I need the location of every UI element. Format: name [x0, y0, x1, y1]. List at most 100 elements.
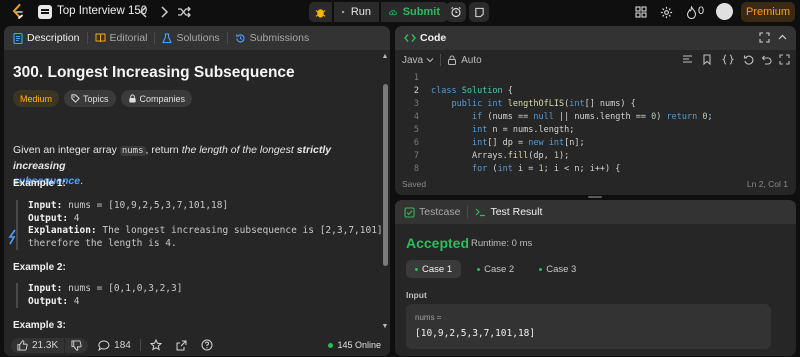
star-icon[interactable]: [149, 339, 162, 351]
companies-tag[interactable]: Companies: [120, 90, 193, 107]
tab-code[interactable]: Code: [404, 32, 446, 44]
comment-icon: [98, 339, 110, 351]
help-icon[interactable]: [201, 339, 213, 351]
braces-icon[interactable]: [722, 54, 734, 65]
line-number: 8: [413, 164, 419, 174]
user-avatar[interactable]: [716, 3, 733, 20]
runtime-text: Runtime: 0 ms: [471, 238, 533, 249]
desc-code: nums: [119, 146, 146, 156]
line-number: 7: [413, 151, 419, 161]
next-problem-chevron-icon[interactable]: [156, 4, 172, 20]
format-lines-icon[interactable]: [682, 54, 693, 65]
test-tabs: Testcase Test Result: [395, 200, 796, 224]
scroll-thumb[interactable]: [383, 84, 388, 266]
history-icon: [235, 33, 245, 42]
settings-gear-icon[interactable]: [658, 4, 674, 20]
output-label: Output:: [28, 295, 69, 307]
online-count: 145 Online: [337, 340, 381, 350]
input-variable-name: nums =: [415, 313, 442, 322]
online-indicator: 145 Online: [328, 340, 381, 350]
example-1-heading: Example 1:: [13, 178, 66, 189]
chevron-down-icon: [426, 58, 434, 63]
tab-solutions[interactable]: Solutions: [162, 32, 220, 44]
tab-divider: [86, 32, 88, 44]
panel-resize-handle[interactable]: [588, 196, 602, 198]
difficulty-badge[interactable]: Medium: [13, 90, 60, 107]
code-fullscreen-icon[interactable]: [779, 54, 790, 65]
code-line: int n = nums.length;: [471, 125, 575, 135]
comments-button[interactable]: 184: [98, 340, 131, 351]
reset-icon[interactable]: [743, 54, 754, 65]
input-heading: Input: [406, 290, 427, 300]
input-label: Input:: [28, 200, 63, 211]
collapse-chevron-icon[interactable]: [777, 32, 788, 43]
problem-list-title[interactable]: Top Interview 150: [57, 5, 147, 17]
fire-streak-icon[interactable]: [683, 4, 699, 20]
line-number: 2: [413, 86, 419, 96]
tab-editorial[interactable]: Editorial: [95, 32, 148, 44]
dislike-button[interactable]: [65, 337, 89, 353]
alarm-clock-icon: [451, 7, 461, 18]
topics-tag[interactable]: Topics: [64, 90, 116, 107]
description-scrollbar[interactable]: ▲ ▼: [381, 53, 389, 354]
premium-button[interactable]: Premium: [741, 2, 795, 22]
tab-description[interactable]: Description: [13, 32, 80, 44]
example-2-box: Input: nums = [0,1,0,3,2,3] Output: 4: [16, 283, 182, 308]
share-icon[interactable]: [176, 340, 187, 351]
save-status: Saved: [402, 179, 427, 189]
flask-icon: [162, 32, 173, 43]
lock-icon: [448, 55, 457, 65]
description-tabs: Description Editorial Solutions Submissi…: [4, 26, 390, 50]
tab-editorial-label: Editorial: [109, 32, 148, 44]
problem-list-icon[interactable]: [38, 5, 52, 19]
tab-submissions[interactable]: Submissions: [235, 32, 309, 44]
prev-problem-chevron-icon[interactable]: [136, 4, 152, 20]
line-number: 4: [413, 112, 419, 122]
code-panel: Code Java Auto 1 2 3 4 5 6 7 8 class Sol…: [395, 26, 796, 195]
tab-divider: [467, 206, 469, 218]
pass-dot: [477, 267, 481, 271]
example-3-heading: Example 3:: [13, 320, 66, 331]
cursor-marker-icon: [8, 229, 17, 245]
fullscreen-icon[interactable]: [759, 32, 770, 43]
notes-button[interactable]: [469, 2, 489, 22]
comment-count: 184: [114, 339, 131, 351]
scroll-up-arrow-icon[interactable]: ▲: [381, 53, 389, 60]
auto-mode-toggle[interactable]: Auto: [447, 55, 482, 66]
case-tabs: Case 1 Case 2 Case 3: [406, 260, 585, 278]
problem-title: 300. Longest Increasing Subsequence: [13, 64, 295, 81]
timer-button[interactable]: [446, 2, 466, 22]
code-editor[interactable]: 1 2 3 4 5 6 7 8 class Solution { public …: [395, 73, 796, 187]
case-2-tab[interactable]: Case 2: [468, 260, 523, 278]
result-status: Accepted: [406, 235, 470, 251]
output-label: Output:: [28, 212, 69, 224]
book-icon: [95, 33, 106, 43]
undo-icon[interactable]: [761, 54, 772, 65]
layout-grid-icon[interactable]: [633, 4, 649, 20]
shuffle-icon[interactable]: [176, 4, 192, 20]
language-select[interactable]: Java: [402, 55, 434, 66]
case-label: Case 3: [546, 263, 577, 275]
language-label: Java: [402, 54, 424, 66]
example-output: 4: [73, 295, 80, 307]
leetcode-logo-icon[interactable]: [10, 4, 26, 20]
bookmark-icon[interactable]: [702, 54, 712, 65]
tab-test-result-label: Test Result: [490, 206, 543, 218]
case-1-tab[interactable]: Case 1: [406, 260, 462, 278]
submit-label: Submit: [402, 6, 440, 18]
tab-test-result[interactable]: Test Result: [475, 206, 542, 218]
like-button[interactable]: 21.3K: [11, 337, 65, 353]
scroll-down-arrow-icon[interactable]: ▼: [381, 323, 389, 330]
lock-icon: [128, 94, 136, 103]
tab-testcase[interactable]: Testcase: [404, 206, 460, 218]
case-label: Case 2: [484, 263, 515, 275]
submit-button[interactable]: Submit: [381, 2, 448, 22]
toolbar-divider: [440, 54, 442, 66]
run-label: Run: [350, 6, 371, 18]
example-explanation: The longest increasing subsequence is [2…: [102, 225, 389, 236]
debug-button[interactable]: [309, 2, 332, 22]
case-3-tab[interactable]: Case 3: [530, 260, 585, 278]
pass-dot: [539, 267, 543, 271]
run-button[interactable]: Run: [334, 2, 379, 22]
code-title: Code: [420, 32, 447, 44]
